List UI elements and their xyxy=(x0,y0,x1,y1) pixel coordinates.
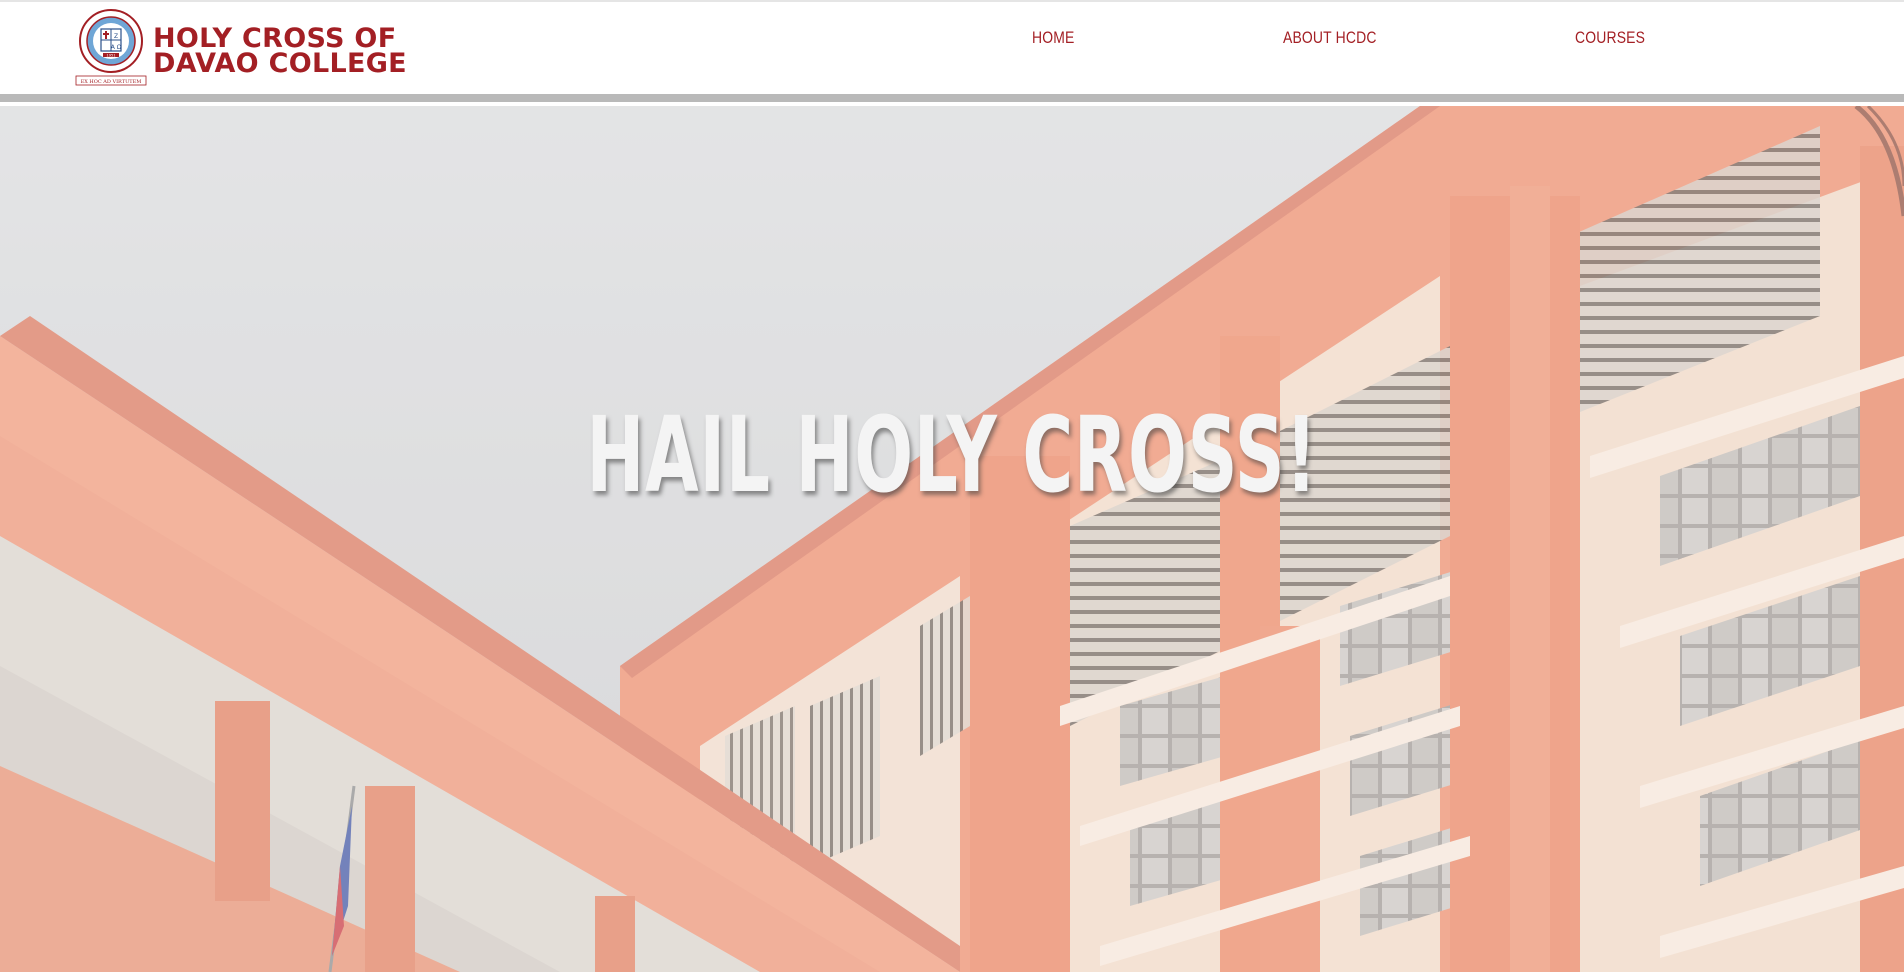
bottom-bar xyxy=(0,972,1904,980)
hero-overlay xyxy=(0,106,1904,972)
nav-about-link[interactable]: ABOUT HCDC xyxy=(1283,28,1377,48)
nav-home-link[interactable]: HOME xyxy=(1032,28,1074,48)
main-nav: HOME ABOUT HCDC COURSES xyxy=(0,28,1904,58)
header-divider xyxy=(0,94,1904,102)
nav-courses-link[interactable]: COURSES xyxy=(1575,28,1645,48)
hero-title: HAIL HOLY CROSS! xyxy=(586,393,1318,516)
svg-text:EX HOC AD VIRTUTEM: EX HOC AD VIRTUTEM xyxy=(81,79,142,85)
hero-banner: HAIL HOLY CROSS! xyxy=(0,106,1904,972)
site-header: Z A Ω 1951 EX HOC AD VIRTUTEM HOLY CROSS… xyxy=(0,2,1904,94)
